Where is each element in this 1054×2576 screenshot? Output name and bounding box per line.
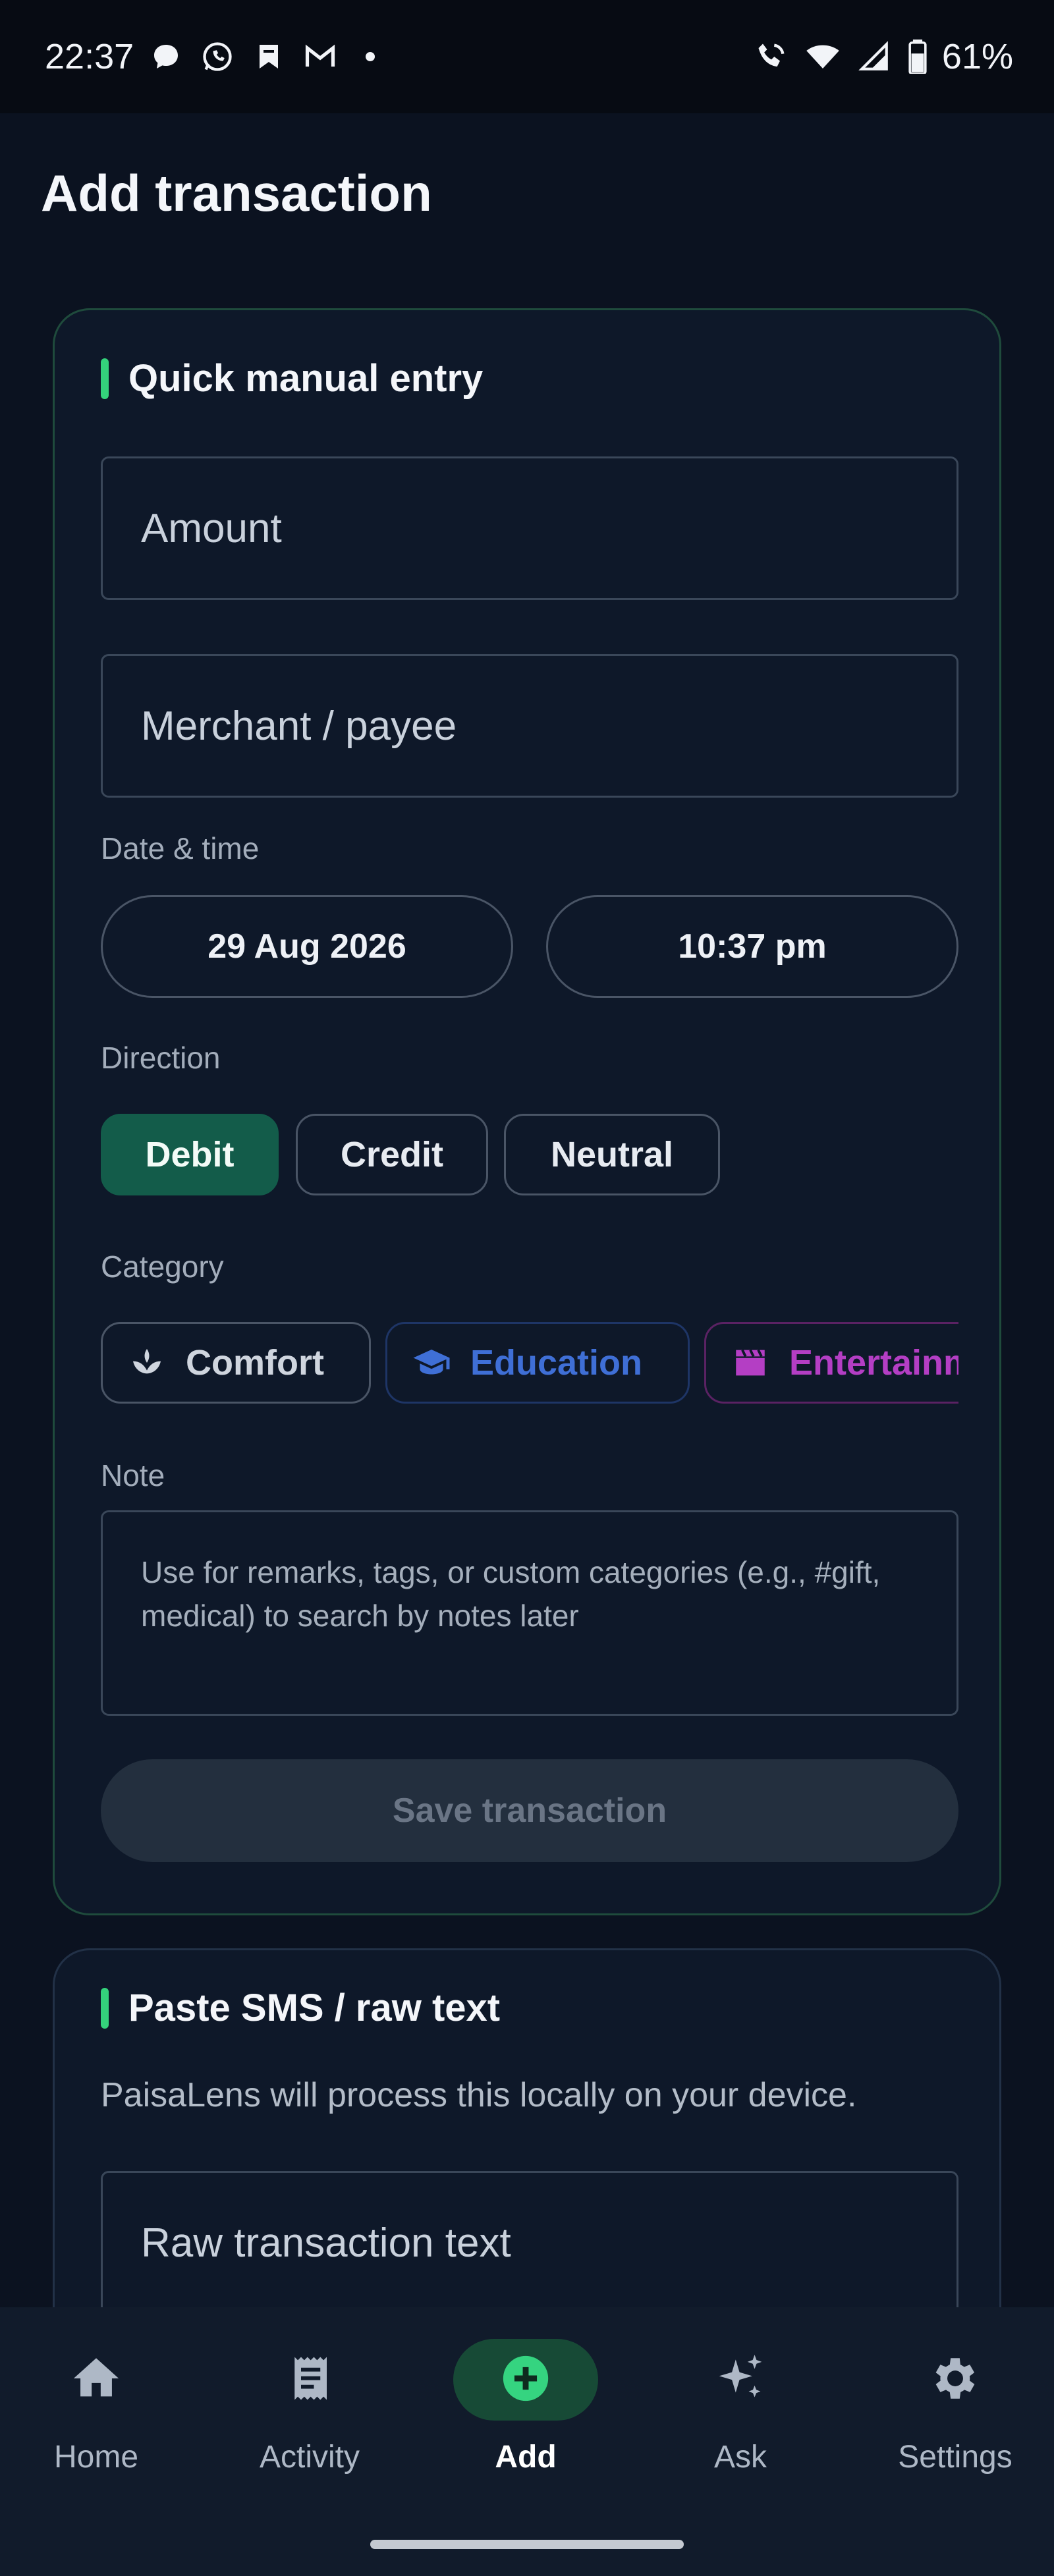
category-education-chip[interactable]: Education <box>385 1322 690 1404</box>
date-picker-button[interactable]: 29 Aug 2026 <box>101 895 513 998</box>
amount-field[interactable]: Amount <box>101 456 958 600</box>
nav-home[interactable]: Home <box>11 2339 182 2510</box>
direction-neutral-chip[interactable]: Neutral <box>504 1114 720 1195</box>
status-bar-right: 61% <box>752 36 1013 77</box>
datetime-label: Date & time <box>101 831 260 865</box>
status-bar: 22:37 61% <box>0 0 1054 113</box>
dot-icon <box>366 52 375 61</box>
nav-icon-container <box>883 2339 1028 2421</box>
amount-placeholder: Amount <box>141 505 282 551</box>
nav-label: Add <box>495 2440 557 2475</box>
lotus-icon <box>126 1342 167 1383</box>
receipt-icon <box>284 2351 335 2409</box>
battery-percent: 61% <box>941 37 1013 76</box>
bookmark-icon <box>250 38 288 76</box>
bottom-navigation: Home Activity Add Ask Settings <box>0 2307 1054 2576</box>
nav-icon-container <box>453 2339 598 2421</box>
gear-icon <box>928 2351 982 2409</box>
card-heading-text: Paste SMS / raw text <box>128 1987 501 2029</box>
wifi-call-icon <box>752 38 790 76</box>
merchant-field[interactable]: Merchant / payee <box>101 654 958 798</box>
chat-bubble-icon <box>147 38 185 76</box>
nav-label: Home <box>53 2440 139 2475</box>
nav-label: Activity <box>259 2440 360 2475</box>
save-transaction-button[interactable]: Save transaction <box>101 1759 958 1862</box>
card-heading-text: Quick manual entry <box>128 357 484 400</box>
nav-add[interactable]: Add <box>440 2339 611 2510</box>
gmail-icon <box>301 38 339 76</box>
nav-icon-container <box>24 2339 169 2421</box>
graduation-cap-icon <box>411 1342 452 1383</box>
whatsapp-icon <box>198 38 236 76</box>
accent-bar <box>101 358 109 399</box>
nav-icon-container <box>668 2339 813 2421</box>
nav-ask[interactable]: Ask <box>655 2339 826 2510</box>
category-label-text: Education <box>470 1343 643 1383</box>
wifi-icon <box>804 38 842 76</box>
nav-icon-container <box>237 2339 382 2421</box>
direction-debit-chip[interactable]: Debit <box>101 1114 279 1195</box>
nav-activity[interactable]: Activity <box>224 2339 395 2510</box>
status-bar-left: 22:37 <box>45 36 375 77</box>
nav-settings[interactable]: Settings <box>870 2339 1041 2510</box>
nav-label: Ask <box>713 2440 767 2475</box>
direction-credit-chip[interactable]: Credit <box>296 1114 488 1195</box>
home-indicator[interactable] <box>370 2540 684 2549</box>
category-label-text: Comfort <box>186 1343 324 1383</box>
paste-description: PaisaLens will process this locally on y… <box>101 2076 857 2114</box>
sparkle-icon <box>712 2350 769 2410</box>
category-comfort-chip[interactable]: Comfort <box>101 1322 371 1404</box>
raw-text-field[interactable]: Raw transaction text <box>101 2171 958 2315</box>
note-placeholder: Use for remarks, tags, or custom categor… <box>141 1555 881 1633</box>
add-icon <box>499 2351 553 2409</box>
quick-manual-entry-card: Quick manual entry Amount Merchant / pay… <box>53 308 1001 1915</box>
status-time: 22:37 <box>45 37 134 76</box>
category-chips[interactable]: Comfort Education Entertainment <box>101 1322 958 1408</box>
raw-text-placeholder: Raw transaction text <box>141 2220 511 2266</box>
datetime-row: 29 Aug 2026 10:37 pm <box>101 895 958 998</box>
note-field[interactable]: Use for remarks, tags, or custom categor… <box>101 1510 958 1716</box>
signal-icon <box>855 38 893 76</box>
quick-manual-entry-heading: Quick manual entry <box>101 356 483 400</box>
clapperboard-icon <box>730 1342 771 1383</box>
nav-label: Settings <box>898 2440 1012 2475</box>
merchant-placeholder: Merchant / payee <box>141 703 457 749</box>
category-label-text: Entertainment <box>789 1343 958 1383</box>
note-label: Note <box>101 1458 165 1493</box>
battery-icon <box>906 38 929 76</box>
home-icon <box>69 2351 123 2409</box>
paste-sms-heading: Paste SMS / raw text <box>101 1986 500 2030</box>
page-title: Add transaction <box>41 164 432 222</box>
category-label: Category <box>101 1249 224 1284</box>
direction-label: Direction <box>101 1041 221 1075</box>
time-picker-button[interactable]: 10:37 pm <box>546 895 958 998</box>
accent-bar <box>101 1987 109 2029</box>
category-entertainment-chip[interactable]: Entertainment <box>704 1322 958 1404</box>
direction-chips: Debit Credit Neutral <box>101 1114 958 1195</box>
